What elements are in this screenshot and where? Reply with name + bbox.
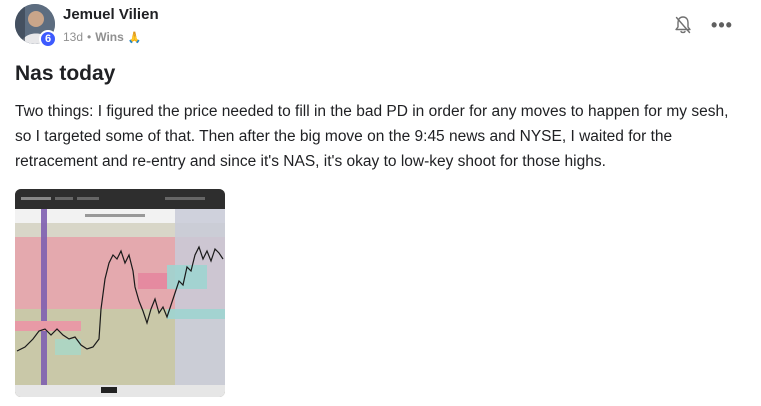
- meta-separator: •: [87, 30, 92, 44]
- notification-toggle-button[interactable]: [672, 14, 694, 36]
- post-time: 13d: [63, 30, 84, 44]
- chart-screenshot-image: [15, 189, 225, 397]
- author-name[interactable]: Jemuel Vilien: [63, 6, 159, 23]
- category-emoji-icon: 🙏: [127, 31, 142, 44]
- author-avatar-wrapper[interactable]: 6: [15, 4, 57, 48]
- post-card: 6 Jemuel Vilien 13d • Wins 🙏 ••• Nas tod…: [0, 0, 761, 406]
- attachment-image[interactable]: [15, 189, 225, 397]
- level-badge: 6: [39, 30, 57, 48]
- post-category[interactable]: Wins: [95, 30, 124, 44]
- post-meta: 13d • Wins 🙏: [63, 30, 142, 44]
- post-body: Two things: I figured the price needed t…: [15, 103, 729, 170]
- bell-off-icon: [675, 16, 691, 34]
- post-title[interactable]: Nas today: [15, 62, 115, 86]
- more-options-button[interactable]: •••: [710, 14, 734, 36]
